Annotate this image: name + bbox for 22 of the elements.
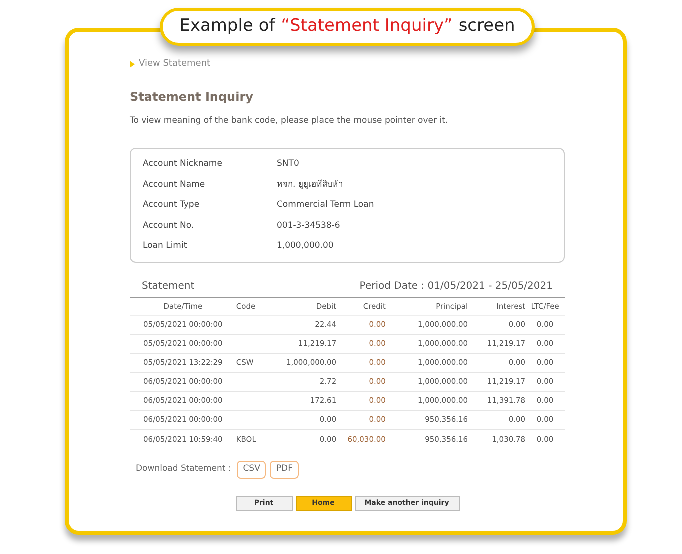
instruction-text: To view meaning of the bank code, please place the mouse pointer over it.: [130, 114, 450, 128]
field-value: 1,000,000.00: [277, 240, 334, 253]
download-button[interactable]: PDF: [270, 460, 299, 479]
field-value: SNT0: [277, 158, 300, 171]
period-date: Period Date : 01/05/2021 - 25/05/2021: [360, 280, 553, 294]
field-label: Account Type: [143, 199, 201, 212]
download-label: Download Statement :: [136, 463, 232, 476]
field-label: Loan Limit: [143, 240, 188, 253]
breadcrumb: View Statement: [139, 58, 211, 71]
field-value: 001-3-34538-6: [277, 220, 340, 232]
banner-text: screen: [458, 15, 516, 38]
banner-highlight: “Statement Inquiry”: [281, 15, 453, 38]
page-heading: Statement Inquiry: [130, 88, 254, 106]
banner-text: Example of: [180, 15, 276, 38]
field-label: Account No.: [143, 220, 196, 232]
download-button[interactable]: CSV: [237, 460, 266, 479]
field-value: Commercial Term Loan: [277, 199, 374, 212]
field-value: หจก. ยูยูเอทีสิบห้า: [277, 178, 344, 192]
field-label: Account Nickname: [143, 158, 224, 171]
triangle-icon: [130, 61, 135, 68]
field-label: Account Name: [143, 178, 206, 192]
statement-title: Statement: [142, 280, 195, 294]
